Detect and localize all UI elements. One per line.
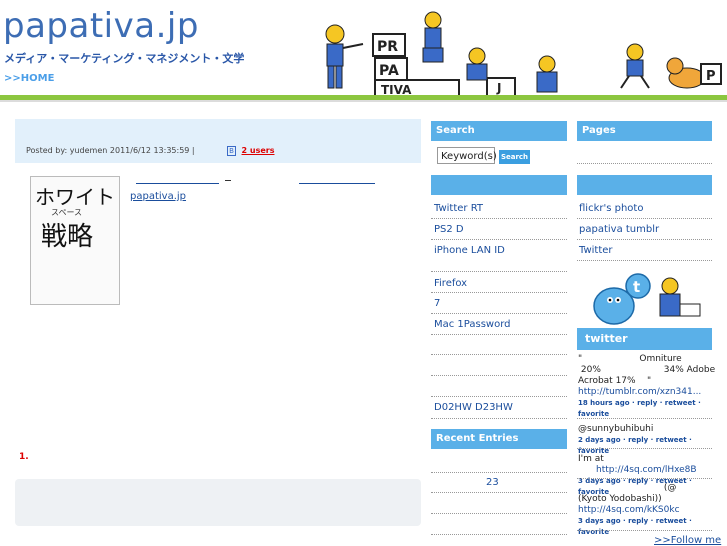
post-header: Posted by: yudemen 2011/6/12 13:35:59 | … (15, 119, 421, 163)
book-cover-image[interactable]: ホワイト スペース 戦略 (30, 176, 120, 305)
post-meta-text: Posted by: yudemen 2011/6/12 13:35:59 | (26, 146, 195, 155)
site-logo[interactable]: papativa.jp (3, 6, 199, 46)
divider (431, 492, 567, 493)
twitter-heading: twitter (577, 328, 712, 350)
tweet-text: " Omniture 20% 34% Adobe Acrobat 17% " (578, 354, 716, 386)
divider (577, 239, 712, 240)
divider (431, 292, 567, 293)
post-link-underline-1[interactable] (136, 183, 219, 184)
book-title-line3: 戦略 (41, 222, 94, 252)
post-footer (15, 479, 421, 526)
sidebar-link-tumblr[interactable]: papativa tumblr (579, 224, 659, 235)
search-input[interactable]: Keyword(s) (437, 147, 497, 164)
divider (431, 513, 567, 514)
svg-text:J: J (496, 81, 501, 95)
sidebar-link-flickr[interactable]: flickr's photo (579, 203, 643, 214)
divider (431, 396, 567, 397)
divider (431, 334, 567, 335)
divider (431, 271, 567, 272)
category-item[interactable]: iPhone LAN ID (434, 245, 505, 256)
bookmark-users-link[interactable]: 2 users (242, 146, 275, 155)
svg-text:t: t (633, 278, 640, 296)
tweet-link[interactable]: http://4sq.com/kKS0kc (578, 505, 680, 515)
site-header: papativa.jp メディア・マーケティング・マネジメント・文学 >>HOM… (0, 0, 727, 97)
search-button[interactable]: Search (499, 150, 530, 164)
svg-text:PR: PR (377, 39, 398, 55)
header-mascot-illustration: PR PA TIVA J P (325, 11, 722, 97)
recent-entry-item[interactable]: 23 (486, 477, 499, 488)
post-link-underline-2[interactable] (299, 183, 375, 184)
tweet-text: I'm at (578, 454, 604, 464)
divider (431, 239, 567, 240)
category-item[interactable]: Firefox (434, 278, 467, 289)
site-tagline: メディア・マーケティング・マネジメント・文学 (4, 52, 245, 65)
divider (431, 313, 567, 314)
divider (431, 472, 567, 473)
divider (577, 478, 712, 479)
category-item[interactable]: Twitter RT (434, 203, 483, 214)
tweet-meta[interactable]: 18 hours ago · reply · retweet · favorit… (578, 398, 708, 420)
divider (577, 260, 712, 261)
links-heading (577, 175, 712, 195)
sign-blocks: PR PA TIVA J (372, 33, 516, 97)
divider (577, 530, 712, 531)
divider (431, 354, 567, 355)
divider (431, 534, 567, 535)
twitter-bird-mascot-icon: t (593, 273, 701, 325)
category-item[interactable]: D02HW D23HW (434, 402, 513, 413)
tweet-link[interactable]: http://tumblr.com/xzn341... (578, 387, 701, 397)
divider (577, 163, 712, 164)
sidebar-link-twitter[interactable]: Twitter (579, 245, 613, 256)
search-heading: Search (431, 121, 567, 141)
recent-entries-heading: Recent Entries (431, 429, 567, 449)
home-link[interactable]: >>HOME (4, 73, 54, 84)
post-source-link[interactable]: papativa.jp (130, 191, 186, 202)
post-list-number: 1. (19, 452, 29, 462)
post-meta: Posted by: yudemen 2011/6/12 13:35:59 | … (26, 146, 274, 156)
divider (577, 418, 712, 419)
svg-text:PA: PA (379, 63, 399, 79)
post-dash (225, 180, 231, 181)
divider (577, 218, 712, 219)
tweet-link[interactable]: http://4sq.com/lHxe8B (596, 465, 697, 475)
book-title-line1: ホワイト (35, 185, 115, 209)
category-item[interactable]: 7 (434, 298, 440, 309)
divider (431, 375, 567, 376)
categories-heading (431, 175, 567, 195)
divider (431, 218, 567, 219)
svg-text:P: P (706, 69, 716, 84)
tweet: " Omniture 20% 34% Adobe Acrobat 17% " h… (578, 354, 718, 420)
pages-heading: Pages (577, 121, 712, 141)
category-item[interactable]: Mac 1Password (434, 319, 511, 330)
tweet: @sunnybuhibuhi 2 days ago · reply · retw… (578, 424, 718, 457)
divider (577, 448, 712, 449)
header-divider-shadow (0, 100, 727, 102)
divider (431, 418, 567, 419)
hatena-bookmark-icon[interactable]: B (227, 146, 236, 156)
tweet-text: (@ (Kyoto Yodobashi)) (578, 483, 677, 504)
category-item[interactable]: PS2 D (434, 224, 464, 235)
tweet-text[interactable]: @sunnybuhibuhi (578, 424, 718, 435)
mascot-worker-icon (325, 24, 364, 89)
follow-me-link[interactable]: >>Follow me (654, 535, 721, 546)
